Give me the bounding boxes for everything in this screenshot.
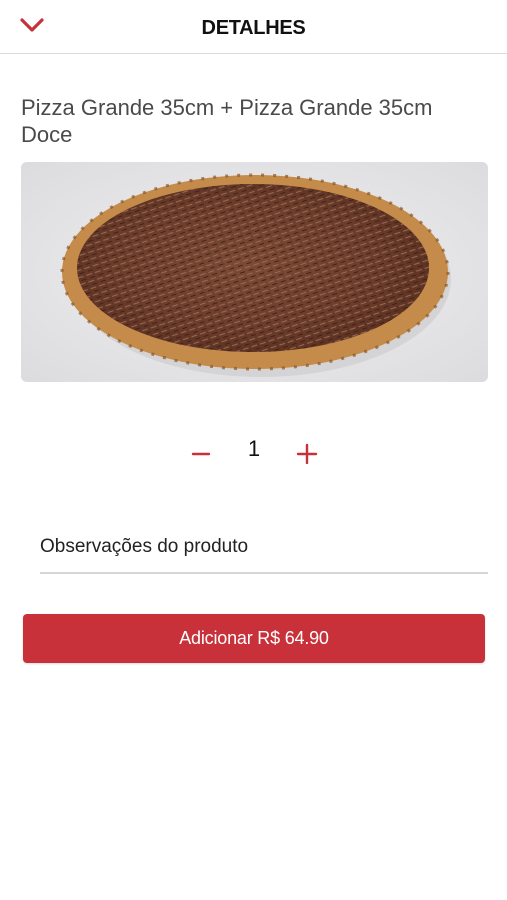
quantity-stepper: 1: [0, 430, 507, 480]
increase-quantity-button[interactable]: [292, 440, 322, 470]
observations-input[interactable]: [40, 522, 488, 574]
add-to-cart-button[interactable]: Adicionar R$ 64.90: [23, 614, 485, 663]
header: DETALHES: [0, 0, 507, 54]
plus-icon: [296, 442, 318, 469]
product-image: [21, 162, 488, 382]
quantity-value: 1: [247, 436, 261, 461]
page-title: DETALHES: [201, 17, 306, 39]
minus-icon: [191, 443, 211, 468]
product-title: Pizza Grande 35cm + Pizza Grande 35cm Do…: [21, 95, 433, 147]
decrease-quantity-button[interactable]: [186, 440, 216, 470]
product-details-screen: DETALHES Pizza Grande 35cm + Pizza Grand…: [0, 0, 507, 900]
